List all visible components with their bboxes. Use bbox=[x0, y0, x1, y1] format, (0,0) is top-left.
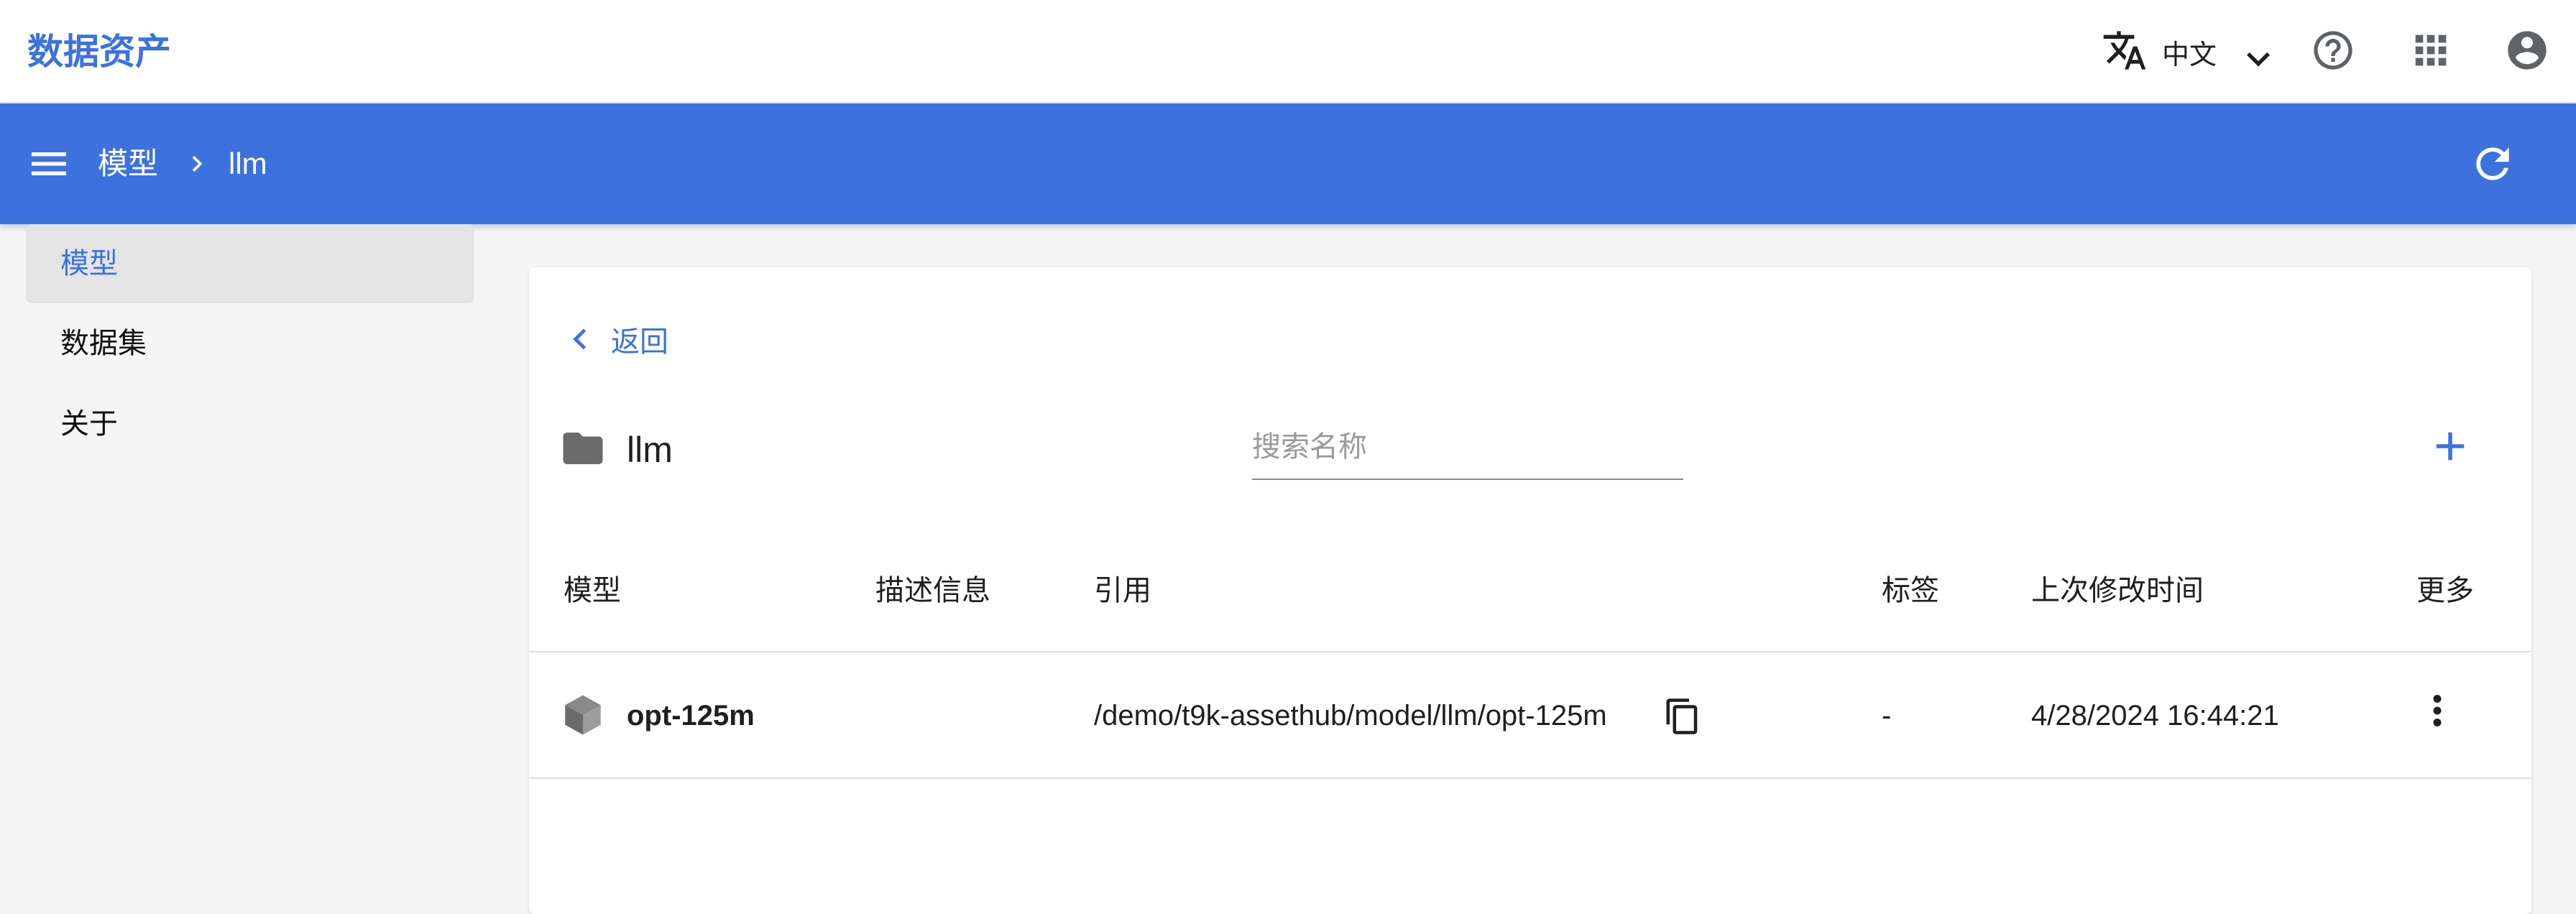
back-label: 返回 bbox=[611, 326, 668, 358]
refresh-icon[interactable] bbox=[2468, 139, 2517, 188]
sidebar-item-models[interactable]: 模型 bbox=[26, 224, 474, 303]
row-divider bbox=[529, 777, 2531, 779]
folder-icon bbox=[559, 425, 607, 476]
model-reference: /demo/t9k-assethub/model/llm/opt-125m bbox=[1094, 700, 1607, 731]
top-app-bar: 数据资产 中文 bbox=[0, 0, 2576, 103]
translate-icon bbox=[2102, 27, 2148, 77]
menu-icon[interactable] bbox=[26, 141, 72, 187]
folder-title: llm bbox=[627, 430, 673, 470]
sidebar-item-about[interactable]: 关于 bbox=[26, 384, 474, 464]
model-name-link[interactable]: opt-125m bbox=[627, 694, 755, 737]
language-selector[interactable]: 中文 bbox=[2102, 26, 2274, 78]
breadcrumb-current: llm bbox=[229, 147, 267, 180]
sidebar: 模型 数据集 关于 bbox=[26, 224, 474, 464]
sidebar-item-datasets[interactable]: 数据集 bbox=[26, 303, 474, 384]
add-icon[interactable] bbox=[2426, 423, 2474, 470]
column-header-modified[interactable]: 上次修改时间 bbox=[2031, 569, 2204, 612]
language-label: 中文 bbox=[2162, 40, 2217, 70]
app-title[interactable]: 数据资产 bbox=[27, 26, 171, 78]
chevron-right-icon bbox=[181, 148, 213, 180]
account-icon[interactable] bbox=[2504, 27, 2550, 73]
content-card: 返回 llm 模型 描述信息 引用 标签 上次修改时间 更多 opt-125m … bbox=[529, 267, 2531, 914]
column-header-tags: 标签 bbox=[1882, 575, 1939, 606]
search-input[interactable] bbox=[1252, 415, 1683, 480]
more-vert-icon[interactable] bbox=[2414, 687, 2461, 734]
chevron-left-icon bbox=[573, 328, 586, 350]
back-button[interactable]: 返回 bbox=[559, 310, 668, 368]
column-header-reference: 引用 bbox=[1094, 575, 1151, 606]
apps-grid-icon[interactable] bbox=[2408, 27, 2454, 73]
column-header-more: 更多 bbox=[2416, 575, 2474, 606]
breadcrumb-models[interactable]: 模型 bbox=[98, 142, 158, 185]
folder-header: llm bbox=[559, 421, 673, 479]
page-toolbar: 模型 llm bbox=[0, 103, 2576, 224]
column-header-model[interactable]: 模型 bbox=[564, 569, 621, 612]
model-cube-icon bbox=[559, 691, 607, 739]
model-modified-time: 4/28/2024 16:44:21 bbox=[2031, 700, 2279, 731]
header-divider bbox=[529, 651, 2531, 652]
copy-icon[interactable] bbox=[1663, 697, 1702, 736]
help-icon[interactable] bbox=[2310, 27, 2356, 73]
column-header-description: 描述信息 bbox=[875, 575, 990, 606]
model-tags: - bbox=[1882, 700, 1892, 731]
chevron-down-icon bbox=[2235, 36, 2271, 68]
